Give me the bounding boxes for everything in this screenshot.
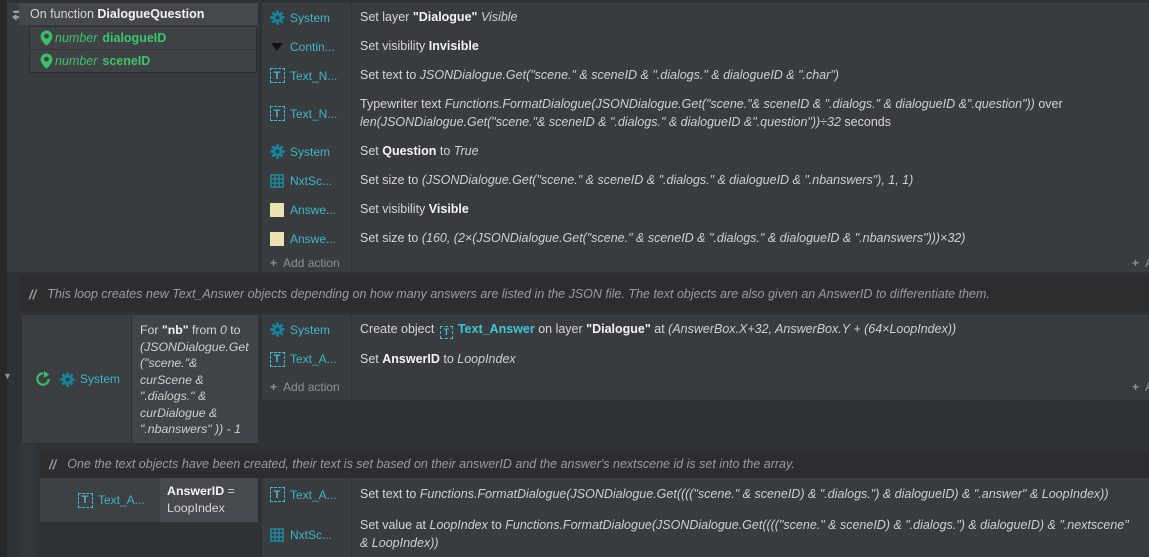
action-text: Set size to (160, (2×(JSONDialogue.Get("… [347, 224, 1149, 253]
add-action-label: Add action [1145, 256, 1149, 270]
text-object-icon: T [76, 493, 94, 508]
event-sheet: On function DialogueQuestion number dialo… [0, 0, 1149, 557]
parameter-name: dialogueID [102, 31, 166, 45]
answer-condition-object: T Text_A... [40, 478, 160, 522]
action-row[interactable]: Answe...Set size to (160, (2×(JSONDialog… [262, 224, 1149, 253]
text-object-icon: T [268, 106, 286, 121]
add-action-right[interactable]: + Add action [1124, 374, 1149, 401]
indent-lane [20, 444, 37, 557]
action-text: Set Question to True [347, 137, 1149, 166]
condition-object-name: Text_A... [98, 493, 145, 507]
action-text: Set AnswerID to LoopIndex [347, 345, 1149, 374]
action-row[interactable]: SystemCreate object TText_Answer on laye… [262, 315, 1149, 345]
action-row[interactable]: TText_N...Typewriter text Functions.Form… [262, 90, 1149, 137]
function-parameter[interactable]: number sceneID [30, 49, 256, 71]
system-gear-icon [268, 322, 286, 337]
text-object-icon: T [268, 487, 286, 502]
answer-condition-block[interactable]: T Text_A... AnswerID =LoopIndex [40, 478, 258, 522]
condition-value: AnswerID =LoopIndex [160, 478, 258, 522]
function-event-block[interactable]: On function DialogueQuestion number dialo… [7, 3, 258, 272]
action-object-name: System [286, 323, 347, 337]
parameter-type: number [55, 31, 97, 45]
loop-condition-block[interactable]: System For "nb" from 0 to (JSONDialogue.… [22, 315, 258, 443]
action-object-name: Answe... [286, 232, 347, 246]
array-grid-icon [268, 174, 286, 188]
function-parameters[interactable]: number dialogueID number sceneID [29, 26, 257, 73]
left-gutter [0, 0, 7, 557]
plus-icon: + [1132, 380, 1139, 394]
add-action-label: Add action [1145, 380, 1149, 394]
action-row[interactable]: TText_A...Set AnswerID to LoopIndex [262, 345, 1149, 374]
action-object-name: Contin... [286, 40, 347, 54]
function-parameter[interactable]: number dialogueID [30, 27, 256, 49]
answerbox-sprite-icon [268, 203, 286, 217]
action-object-name: System [286, 11, 347, 25]
action-object-name: NxtSc... [286, 528, 347, 542]
loop-icon [34, 371, 52, 387]
action-text: Typewriter text Functions.FormatDialogue… [347, 90, 1149, 137]
action-text: Set text to Functions.FormatDialogue(JSO… [347, 480, 1149, 509]
collapse-arrow-icon[interactable]: ▼ [3, 371, 12, 381]
action-object-name: Text_A... [286, 352, 347, 366]
plus-icon: + [270, 256, 277, 270]
action-row[interactable]: TText_A...Set text to Functions.FormatDi… [262, 478, 1149, 511]
action-text: Set text to JSONDialogue.Get("scene." & … [347, 61, 1149, 90]
action-row[interactable]: NxtSc...Set value at LoopIndex to Functi… [262, 511, 1149, 557]
system-gear-icon [268, 10, 286, 25]
function-header[interactable]: On function DialogueQuestion [19, 3, 258, 25]
condition-object-name: System [80, 372, 120, 386]
comment-text: This loop creates new Text_Answer object… [47, 287, 990, 301]
action-row[interactable]: SystemSet layer "Dialogue" Visible [262, 3, 1149, 32]
action-row[interactable]: NxtSc...Set size to (JSONDialogue.Get("s… [262, 166, 1149, 195]
array-grid-icon [268, 528, 286, 542]
action-text: Set value at LoopIndex to Functions.Form… [347, 511, 1149, 557]
answerbox-sprite-icon [268, 232, 286, 246]
action-row[interactable]: TText_N...Set text to JSONDialogue.Get("… [262, 61, 1149, 90]
add-action[interactable]: + Add action + Add action [262, 253, 1149, 272]
action-text: Set visibility Visible [347, 195, 1149, 224]
plus-icon: + [270, 380, 277, 394]
comment-loop[interactable]: // This loop creates new Text_Answer obj… [20, 276, 1149, 312]
action-object-name: Answe... [286, 203, 347, 217]
action-text: Create object TText_Answer on layer "Dia… [347, 315, 1149, 345]
parameter-type: number [55, 54, 97, 68]
function-actions: SystemSet layer "Dialogue" VisibleContin… [262, 3, 1149, 272]
action-object-name: Text_A... [286, 488, 347, 502]
add-action-right[interactable]: + Add action [1124, 253, 1149, 272]
text-object-icon: T [268, 352, 286, 367]
function-title: On function DialogueQuestion [30, 7, 204, 21]
add-action[interactable]: + Add action + Add action [262, 374, 1149, 401]
action-object-name: Text_N... [286, 69, 347, 83]
action-row[interactable]: Answe...Set visibility Visible [262, 195, 1149, 224]
loop-actions: SystemCreate object TText_Answer on laye… [262, 315, 1149, 400]
text-object-icon: T [268, 68, 286, 83]
loop-expression: For "nb" from 0 to (JSONDialogue.Get("sc… [131, 315, 258, 443]
action-text: Set visibility Invisible [347, 32, 1149, 61]
action-text: Set layer "Dialogue" Visible [347, 3, 1149, 32]
comment-answers[interactable]: // One the text objects have been create… [40, 450, 1149, 478]
action-row[interactable]: Contin...Set visibility Invisible [262, 32, 1149, 61]
text-object-mini-icon: T [440, 326, 453, 339]
answer-actions: TText_A...Set text to Functions.FormatDi… [262, 478, 1149, 557]
system-gear-icon [58, 372, 76, 387]
action-row[interactable]: SystemSet Question to True [262, 137, 1149, 166]
sprite-triangle-icon [268, 43, 286, 51]
add-action-label: Add action [283, 256, 340, 270]
add-action-label: Add action [283, 380, 340, 394]
system-gear-icon [268, 144, 286, 159]
parameter-pin-icon [37, 30, 55, 46]
action-text: Set size to (JSONDialogue.Get("scene." &… [347, 166, 1149, 195]
parameter-pin-icon [37, 53, 55, 69]
action-object-name: System [286, 145, 347, 159]
action-object-name: Text_N... [286, 107, 347, 121]
plus-icon: + [1132, 256, 1139, 270]
comment-slashes: // [29, 287, 36, 302]
loop-condition-icons: System [22, 315, 130, 443]
parameter-name: sceneID [102, 54, 150, 68]
action-object-name: NxtSc... [286, 174, 347, 188]
comment-text: One the text objects have been created, … [67, 457, 795, 471]
comment-slashes: // [49, 457, 56, 472]
